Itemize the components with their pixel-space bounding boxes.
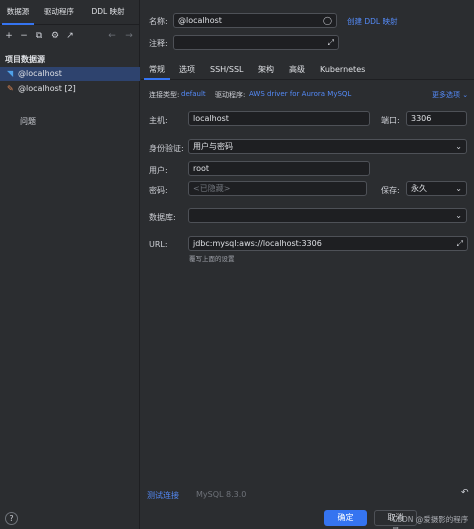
url-input[interactable]: jdbc:mysql:aws://localhost:3306 ⤢ bbox=[188, 236, 468, 251]
url-value: jdbc:mysql:aws://localhost:3306 bbox=[193, 239, 322, 248]
comment-input[interactable]: ⤢ bbox=[173, 35, 339, 50]
name-input[interactable]: @localhost ◯ bbox=[173, 13, 337, 28]
data-source-item[interactable]: ✎ @localhost [2] bbox=[0, 82, 140, 96]
settings-icon[interactable]: ⚙ bbox=[49, 29, 61, 43]
left-panel: 数据源 驱动程序 DDL 映射 + − ⧉ ⚙ ↗ ← → 项目数据源 ◥ @lo… bbox=[0, 0, 140, 529]
host-input[interactable]: localhost bbox=[188, 111, 370, 126]
tab-kubernetes[interactable]: Kubernetes bbox=[315, 60, 370, 80]
url-override-hint: 覆写上面的设置 bbox=[189, 255, 235, 263]
connection-type-dropdown[interactable]: default bbox=[181, 90, 206, 98]
create-ddl-mapping-link[interactable]: 创建 DDL 映射 bbox=[347, 16, 398, 27]
name-label: 名称: bbox=[149, 17, 168, 26]
database-select[interactable]: ⌄ bbox=[188, 208, 467, 223]
driver-label: 驱动程序: bbox=[215, 91, 246, 99]
user-label: 用户: bbox=[149, 166, 168, 175]
save-select[interactable]: 永久 ⌄ bbox=[406, 181, 467, 196]
chevron-down-icon: ⌄ bbox=[455, 184, 462, 193]
user-input[interactable]: root bbox=[188, 161, 370, 176]
tab-drivers[interactable]: 驱动程序 bbox=[40, 0, 78, 25]
add-icon[interactable]: + bbox=[3, 29, 15, 43]
driver-dropdown[interactable]: AWS driver for Aurora MySQL bbox=[249, 90, 351, 98]
right-panel: 名称: @localhost ◯ 创建 DDL 映射 注释: ⤢ 常规 选项 S… bbox=[141, 0, 474, 529]
more-options-label: 更多选项 bbox=[432, 91, 460, 99]
left-toolbar: + − ⧉ ⚙ ↗ ← → bbox=[0, 26, 140, 46]
authentication-value: 用户与密码 bbox=[193, 142, 233, 151]
forward-arrow-icon[interactable]: → bbox=[123, 29, 135, 43]
mysql-version-label: MySQL 8.3.0 bbox=[196, 490, 247, 499]
export-icon[interactable]: ↗ bbox=[64, 29, 76, 43]
watermark: CSDN @爱摄影的程序员 bbox=[392, 515, 469, 529]
revert-icon[interactable]: ↶ bbox=[461, 488, 469, 498]
password-placeholder: <已隐藏> bbox=[193, 184, 231, 193]
save-label: 保存: bbox=[381, 186, 400, 195]
tab-ddl-mappings[interactable]: DDL 映射 bbox=[86, 0, 130, 25]
connection-bottom-bar: 测试连接 MySQL 8.3.0 ↶ bbox=[141, 480, 474, 500]
save-value: 永久 bbox=[411, 184, 427, 193]
database-label: 数据库: bbox=[149, 213, 176, 222]
copy-icon[interactable]: ⧉ bbox=[33, 29, 45, 43]
tab-data-sources[interactable]: 数据源 bbox=[2, 0, 34, 25]
url-label: URL: bbox=[149, 240, 168, 249]
authentication-select[interactable]: 用户与密码 ⌄ bbox=[188, 139, 467, 154]
comment-label: 注释: bbox=[149, 39, 168, 48]
connection-type-label: 连接类型: bbox=[149, 91, 180, 99]
tab-schemas[interactable]: 架构 bbox=[253, 60, 279, 80]
left-tab-bar: 数据源 驱动程序 DDL 映射 bbox=[0, 0, 140, 25]
project-data-sources-heading: 项目数据源 bbox=[5, 55, 45, 64]
host-label: 主机: bbox=[149, 116, 168, 125]
port-label: 端口: bbox=[381, 116, 400, 125]
mysql-dolphin-icon: ✎ bbox=[7, 84, 14, 93]
expand-icon[interactable]: ⤢ bbox=[457, 237, 463, 250]
ok-button[interactable]: 确定 bbox=[324, 510, 367, 526]
problems-label: 问题 bbox=[20, 117, 36, 126]
tab-general[interactable]: 常规 bbox=[144, 60, 170, 80]
expand-icon[interactable]: ⤢ bbox=[328, 36, 334, 49]
more-options-link[interactable]: 更多选项 ⌄ bbox=[432, 90, 468, 100]
port-input[interactable]: 3306 bbox=[406, 111, 467, 126]
remove-icon[interactable]: − bbox=[18, 29, 30, 43]
back-arrow-icon[interactable]: ← bbox=[106, 29, 118, 43]
password-input[interactable]: <已隐藏> bbox=[188, 181, 367, 196]
data-source-item[interactable]: ◥ @localhost bbox=[0, 67, 140, 81]
settings-tab-bar: 常规 选项 SSH/SSL 架构 高级 Kubernetes bbox=[141, 60, 474, 80]
tab-options[interactable]: 选项 bbox=[174, 60, 200, 80]
password-label: 密码: bbox=[149, 186, 168, 195]
data-source-label: @localhost bbox=[18, 69, 62, 78]
chevron-down-icon: ⌄ bbox=[455, 211, 462, 220]
authentication-label: 身份验证: bbox=[149, 144, 184, 153]
mysql-icon: ◥ bbox=[7, 69, 14, 78]
name-value: @localhost bbox=[178, 16, 222, 25]
chevron-down-icon: ⌄ bbox=[455, 142, 462, 151]
test-connection-link[interactable]: 测试连接 bbox=[147, 490, 179, 501]
data-source-label: @localhost [2] bbox=[18, 84, 76, 93]
tab-ssh-ssl[interactable]: SSH/SSL bbox=[205, 60, 248, 80]
tab-advanced[interactable]: 高级 bbox=[284, 60, 310, 80]
chevron-down-icon: ⌄ bbox=[460, 91, 469, 99]
color-circle-icon[interactable]: ◯ bbox=[323, 14, 332, 27]
